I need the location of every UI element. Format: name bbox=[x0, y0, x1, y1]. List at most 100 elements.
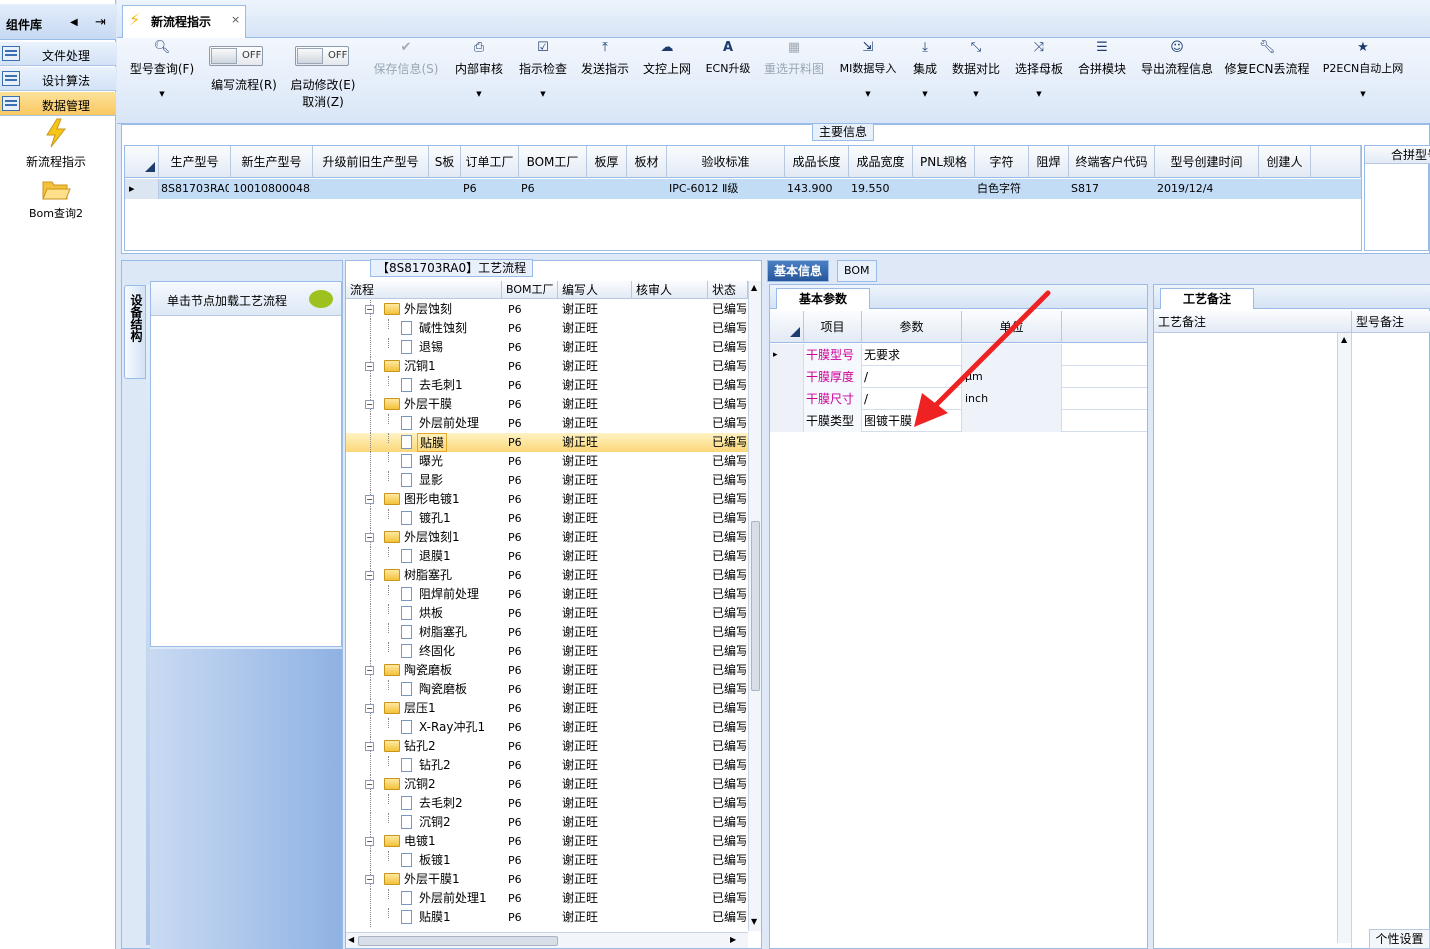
tree-row[interactable]: 去毛刺2 P6 谢正旺 已编写 bbox=[346, 794, 748, 813]
col-header[interactable]: S板 bbox=[429, 146, 461, 178]
nav-design-algorithm[interactable]: 设计算法 bbox=[0, 67, 116, 91]
chevron-down-icon[interactable]: ▼ bbox=[159, 90, 164, 98]
instruction-check-button[interactable]: ☑ 指示检查 ▼ bbox=[513, 38, 573, 124]
tree-row[interactable]: 沉铜2 P6 谢正旺 已编写 bbox=[346, 813, 748, 832]
close-icon[interactable]: × bbox=[231, 13, 240, 26]
scroll-up-icon[interactable]: ▲ bbox=[1341, 335, 1347, 344]
chevron-down-icon[interactable]: ▼ bbox=[865, 90, 870, 98]
scroll-thumb[interactable] bbox=[751, 521, 760, 691]
col-header[interactable]: 创建人 bbox=[1259, 146, 1311, 178]
mi-data-import-button[interactable]: ⇲ MI数据导入 ▼ bbox=[833, 38, 903, 124]
collapse-node-icon[interactable]: − bbox=[365, 742, 374, 751]
data-compare-button[interactable]: ⤡ 数据对比 ▼ bbox=[947, 38, 1005, 124]
col-status[interactable]: 状态 bbox=[708, 281, 748, 299]
tree-row[interactable]: 陶瓷磨板 P6 谢正旺 已编写 bbox=[346, 680, 748, 699]
tree-row[interactable]: − 钻孔2 P6 谢正旺 已编写 bbox=[346, 737, 748, 756]
tree-row[interactable]: 显影 P6 谢正旺 已编写 bbox=[346, 471, 748, 490]
tree-row[interactable]: − 陶瓷磨板 P6 谢正旺 已编写 bbox=[346, 661, 748, 680]
select-master-board-button[interactable]: ⤨ 选择母板 ▼ bbox=[1009, 38, 1069, 124]
table-cell[interactable] bbox=[1261, 179, 1309, 199]
col-bom-factory[interactable]: BOM工厂 bbox=[502, 281, 558, 299]
table-cell[interactable] bbox=[589, 179, 625, 199]
table-cell[interactable] bbox=[315, 179, 427, 199]
col-model-remark[interactable]: 型号备注 bbox=[1352, 311, 1430, 333]
col-header[interactable]: 生产型号 bbox=[159, 146, 231, 178]
p2ecn-auto-online-button[interactable]: ★ P2ECN自动上网 ▼ bbox=[1317, 38, 1409, 124]
tree-row[interactable]: 贴膜1 P6 谢正旺 已编写 bbox=[346, 908, 748, 927]
col-header[interactable]: 字符 bbox=[975, 146, 1029, 178]
tab-new-process[interactable]: ⚡ 新流程指示 × bbox=[122, 5, 246, 39]
scroll-left-icon[interactable]: ◀ bbox=[348, 935, 354, 944]
table-cell[interactable] bbox=[629, 179, 665, 199]
col-header[interactable]: 订单工厂 bbox=[461, 146, 519, 178]
tree-row[interactable]: 外层前处理 P6 谢正旺 已编写 bbox=[346, 414, 748, 433]
tree-row[interactable]: 去毛刺1 P6 谢正旺 已编写 bbox=[346, 376, 748, 395]
col-header[interactable]: 终端客户代码 bbox=[1069, 146, 1155, 178]
tree-row[interactable]: 退膜1 P6 谢正旺 已编写 bbox=[346, 547, 748, 566]
tab-basic-info[interactable]: 基本信息 bbox=[767, 260, 830, 282]
tree-row[interactable]: − 沉铜1 P6 谢正旺 已编写 bbox=[346, 357, 748, 376]
table-cell[interactable]: 8S81703RA0 bbox=[161, 179, 229, 199]
process-remarks-title[interactable]: 工艺备注 bbox=[1160, 288, 1254, 309]
chevron-down-icon[interactable]: ▼ bbox=[973, 90, 978, 98]
collapse-node-icon[interactable]: − bbox=[365, 362, 374, 371]
process-vertical-scrollbar[interactable]: ▲ ▼ bbox=[748, 281, 761, 931]
chevron-down-icon[interactable]: ▼ bbox=[1036, 90, 1041, 98]
col-reviewer[interactable]: 核审人 bbox=[632, 281, 708, 299]
table-cell[interactable]: IPC-6012 Ⅱ级 bbox=[669, 179, 783, 199]
collapse-node-icon[interactable]: − bbox=[365, 837, 374, 846]
fix-ecn-lost-process-button[interactable]: 🔧︎ 修复ECN丢流程 bbox=[1223, 38, 1311, 124]
tree-row[interactable]: − 外层蚀刻1 P6 谢正旺 已编写 bbox=[346, 528, 748, 547]
start-modify-toggle[interactable]: OFF 启动修改(E) 取消(Z) bbox=[287, 38, 359, 124]
col-header[interactable]: 板材 bbox=[627, 146, 667, 178]
tree-row[interactable]: 碱性蚀刻 P6 谢正旺 已编写 bbox=[346, 319, 748, 338]
table-cell[interactable]: 19.550 bbox=[851, 179, 911, 199]
table-cell[interactable]: 白色字符 bbox=[977, 179, 1027, 199]
tree-row[interactable]: 阻焊前处理 P6 谢正旺 已编写 bbox=[346, 585, 748, 604]
scroll-down-icon[interactable]: ▼ bbox=[751, 917, 757, 926]
reselect-cutting-diagram-button[interactable]: ▦ 重选开料图 bbox=[759, 38, 829, 124]
tree-row[interactable]: 树脂塞孔 P6 谢正旺 已编写 bbox=[346, 623, 748, 642]
tree-row[interactable]: − 外层干膜1 P6 谢正旺 已编写 bbox=[346, 870, 748, 889]
col-item[interactable]: 项目 bbox=[804, 311, 862, 343]
tab-bom[interactable]: BOM bbox=[837, 260, 877, 282]
table-cell[interactable]: S817 bbox=[1071, 179, 1153, 199]
collapse-node-icon[interactable]: − bbox=[365, 533, 374, 542]
toggle-switch[interactable]: OFF bbox=[209, 46, 263, 66]
scroll-up-icon[interactable]: ▲ bbox=[751, 283, 757, 292]
col-header[interactable]: 验收标准 bbox=[667, 146, 785, 178]
merge-module-button[interactable]: ☰ 合拼模块 bbox=[1073, 38, 1131, 124]
tree-row[interactable]: X-Ray冲孔1 P6 谢正旺 已编写 bbox=[346, 718, 748, 737]
tree-row[interactable]: − 电镀1 P6 谢正旺 已编写 bbox=[346, 832, 748, 851]
tree-row[interactable]: 钻孔2 P6 谢正旺 已编写 bbox=[346, 756, 748, 775]
tree-row[interactable]: 退锡 P6 谢正旺 已编写 bbox=[346, 338, 748, 357]
tree-row[interactable]: 烘板 P6 谢正旺 已编写 bbox=[346, 604, 748, 623]
scroll-right-icon[interactable]: ▶ bbox=[730, 935, 736, 944]
export-process-info-button[interactable]: ☺ 导出流程信息 bbox=[1135, 38, 1219, 124]
collapse-node-icon[interactable]: − bbox=[365, 571, 374, 580]
table-row[interactable]: ▸ 8S81703RA010010800048290 P6P6 IPC-6012 Ⅱ… bbox=[125, 179, 1361, 199]
collapse-node-icon[interactable]: − bbox=[365, 400, 374, 409]
internal-review-button[interactable]: ⎙ 内部审核 ▼ bbox=[449, 38, 509, 124]
basic-params-title[interactable]: 基本参数 bbox=[776, 288, 870, 309]
tree-row[interactable]: 曝光 P6 谢正旺 已编写 bbox=[346, 452, 748, 471]
ecn-upgrade-button[interactable]: A ECN升级 bbox=[699, 38, 757, 124]
tree-row[interactable]: − 沉铜2 P6 谢正旺 已编写 bbox=[346, 775, 748, 794]
col-process[interactable]: 流程 bbox=[346, 281, 502, 299]
remark-vertical-scrollbar[interactable]: ▲ bbox=[1337, 333, 1351, 943]
chevron-down-icon[interactable]: ▼ bbox=[476, 90, 481, 98]
table-cell[interactable] bbox=[431, 179, 459, 199]
tool-new-process[interactable]: 新流程指示 bbox=[0, 118, 112, 170]
tree-row[interactable]: 贴膜 P6 谢正旺 已编写 bbox=[346, 433, 748, 452]
col-header[interactable]: 成品长度 bbox=[785, 146, 849, 178]
nav-file-processing[interactable]: 文件处理 bbox=[0, 42, 116, 66]
col-header[interactable]: PNL规格 bbox=[913, 146, 975, 178]
send-instruction-button[interactable]: ⤒ 发送指示 bbox=[575, 38, 635, 124]
collapse-node-icon[interactable]: − bbox=[365, 666, 374, 675]
table-cell[interactable]: 143.900 bbox=[787, 179, 847, 199]
collapse-node-icon[interactable]: − bbox=[365, 780, 374, 789]
chevron-down-icon[interactable]: ▼ bbox=[1360, 90, 1365, 98]
table-cell[interactable]: P6 bbox=[463, 179, 517, 199]
process-horizontal-scrollbar[interactable]: ◀ ▶ bbox=[346, 932, 748, 948]
tree-row[interactable]: 外层前处理1 P6 谢正旺 已编写 bbox=[346, 889, 748, 908]
